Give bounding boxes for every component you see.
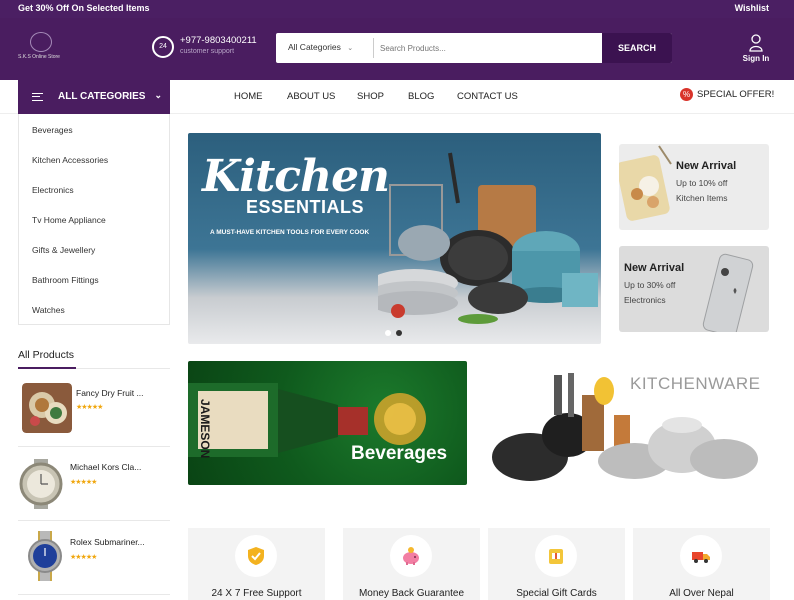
special-offer-label: SPECIAL OFFER! xyxy=(697,89,775,101)
bottle-illustration xyxy=(188,383,426,457)
support-phone[interactable]: +977-9803400211 xyxy=(180,35,257,46)
side-banner-line2: Electronics xyxy=(624,295,666,305)
product-title[interactable]: Michael Kors Cla... xyxy=(70,462,141,472)
phone-illustration xyxy=(702,253,754,332)
beverages-label: Beverages xyxy=(351,443,448,464)
feature-label: Special Gift Cards xyxy=(516,588,597,599)
category-item-gifts-jewellery[interactable]: Gifts & Jewellery xyxy=(19,234,169,264)
gift-card-icon xyxy=(549,549,563,564)
special-offer-link[interactable]: % SPECIAL OFFER! xyxy=(680,88,774,101)
dry-fruit-image xyxy=(22,383,72,433)
slider-dot[interactable] xyxy=(385,330,391,336)
hero-title: Kitchen xyxy=(202,151,390,202)
promo-text: Get 30% Off On Selected Items xyxy=(18,3,150,13)
hero-banner[interactable]: Kitchen ESSENTIALS A MUST-HAVE KITCHEN T… xyxy=(188,133,601,344)
side-banner-line2: Kitchen Items xyxy=(676,193,728,203)
all-categories-label: ALL CATEGORIES xyxy=(58,91,146,102)
search-bar: All Categories ⌄ SEARCH xyxy=(276,33,672,63)
feature-money-back: Money Back Guarantee xyxy=(343,528,480,600)
all-products-heading: All Products xyxy=(18,349,75,361)
product-item[interactable]: Fancy Dry Fruit ... ★★★★★ xyxy=(18,373,170,447)
all-categories-button[interactable]: ALL CATEGORIES ⌄ xyxy=(18,80,170,114)
side-banner-heading: New Arrival xyxy=(624,262,685,274)
logo-text: S.K.S Online Store xyxy=(18,54,60,60)
category-list: Beverages Kitchen Accessories Electronic… xyxy=(18,114,170,325)
kitchenware-banner[interactable]: KITCHENWARE xyxy=(484,361,770,485)
support-label: customer support xyxy=(180,48,235,55)
bottle-label: JAMESON xyxy=(198,399,212,459)
feature-delivery: All Over Nepal xyxy=(633,528,770,600)
side-banner-line1: Up to 10% off xyxy=(676,178,728,188)
support-badge: 24 xyxy=(159,43,167,50)
side-banner-kitchen[interactable]: New Arrival Up to 10% off Kitchen Items xyxy=(619,144,769,230)
feature-gift-cards: Special Gift Cards xyxy=(488,528,625,600)
rolex-image xyxy=(28,531,62,581)
beverages-banner[interactable]: JAMESON Beverages xyxy=(188,361,467,485)
category-select[interactable]: All Categories ⌄ xyxy=(276,33,374,63)
menu-icon xyxy=(32,93,43,101)
product-title[interactable]: Fancy Dry Fruit ... xyxy=(76,388,144,398)
rating-stars-icon: ★★★★★ xyxy=(76,404,103,411)
percent-badge-icon: % xyxy=(680,88,693,101)
feature-icon-circle xyxy=(390,535,432,577)
category-item-electronics[interactable]: Electronics xyxy=(19,174,169,204)
feature-support: 24 X 7 Free Support xyxy=(188,528,325,600)
search-divider xyxy=(373,38,374,58)
top-bar: Get 30% Off On Selected Items Wishlist xyxy=(0,0,794,18)
site-header: S.K.S Online Store 24 +977-9803400211 cu… xyxy=(0,18,794,80)
product-title[interactable]: Rolex Submariner... xyxy=(70,537,145,547)
watch-image xyxy=(19,459,63,509)
category-item-beverages[interactable]: Beverages xyxy=(19,114,169,144)
product-item[interactable]: Michael Kors Cla... ★★★★★ xyxy=(18,447,170,521)
slider-dot-active[interactable] xyxy=(396,330,402,336)
chevron-down-icon: ⌄ xyxy=(154,90,162,100)
search-input[interactable] xyxy=(380,39,590,57)
feature-label: 24 X 7 Free Support xyxy=(211,588,302,599)
category-item-tv-home-appliance[interactable]: Tv Home Appliance xyxy=(19,204,169,234)
hero-subtitle: ESSENTIALS xyxy=(246,197,365,217)
nav-contact-us[interactable]: CONTACT US xyxy=(457,91,518,102)
eggs-board-illustration xyxy=(619,145,672,221)
search-button[interactable]: SEARCH xyxy=(602,33,672,63)
rating-stars-icon: ★★★★★ xyxy=(70,554,97,561)
wishlist-link[interactable]: Wishlist xyxy=(735,3,769,13)
nav-about-us[interactable]: ABOUT US xyxy=(287,91,335,102)
product-item[interactable]: Rolex Submariner... ★★★★★ xyxy=(18,521,170,595)
headset-icon: 24 xyxy=(152,36,174,58)
side-banner-electronics[interactable]: New Arrival Up to 30% off Electronics xyxy=(619,246,769,332)
feature-icon-circle xyxy=(235,535,277,577)
chevron-down-icon: ⌄ xyxy=(347,45,354,52)
feature-icon-circle xyxy=(535,535,577,577)
customer-support: 24 +977-9803400211 customer support xyxy=(152,34,262,64)
sign-in-label: Sign In xyxy=(742,54,770,63)
category-item-bathroom-fittings[interactable]: Bathroom Fittings xyxy=(19,264,169,294)
feature-icon-circle xyxy=(680,535,722,577)
store-logo[interactable]: S.K.S Online Store xyxy=(18,32,64,70)
rating-stars-icon: ★★★★★ xyxy=(70,479,97,486)
feature-label: Money Back Guarantee xyxy=(358,588,465,599)
kitchenware-label: KITCHENWARE xyxy=(630,374,761,393)
nav-blog[interactable]: BLOG xyxy=(408,91,434,102)
sign-in-button[interactable]: Sign In xyxy=(739,34,773,68)
nav-home[interactable]: HOME xyxy=(234,91,263,102)
logo-mark xyxy=(30,32,52,52)
category-item-watches[interactable]: Watches xyxy=(19,294,169,324)
feature-label: All Over Nepal xyxy=(669,588,734,599)
user-icon xyxy=(749,34,763,52)
piggy-bank-icon xyxy=(403,547,419,565)
nav-shop[interactable]: SHOP xyxy=(357,91,384,102)
cookware-illustration xyxy=(378,152,598,324)
category-item-kitchen-accessories[interactable]: Kitchen Accessories xyxy=(19,144,169,174)
hero-tagline: A MUST-HAVE KITCHEN TOOLS FOR EVERY COOK xyxy=(210,229,370,236)
category-select-value: All Categories xyxy=(288,42,341,52)
side-banner-line1: Up to 30% off xyxy=(624,280,676,290)
side-banner-heading: New Arrival xyxy=(676,160,737,172)
delivery-truck-icon xyxy=(692,552,710,563)
shield-check-icon xyxy=(248,547,264,565)
heading-underline xyxy=(18,367,76,369)
